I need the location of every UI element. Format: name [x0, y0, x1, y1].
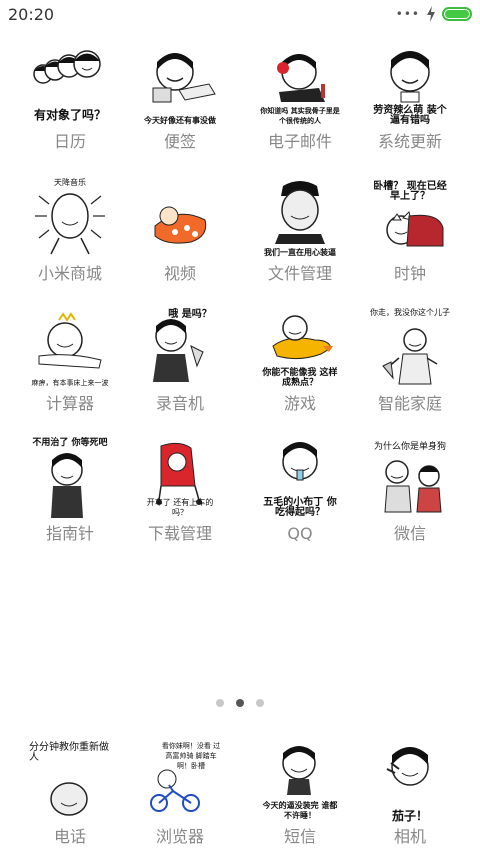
meme-caption: 有对象了吗？ [33, 108, 106, 122]
app-calendar[interactable]: 有对象了吗？ 日历 [10, 40, 130, 170]
app-label: 短信 [283, 827, 316, 846]
meme-caption: 劳资辣么萌 装个逼有错吗 [373, 105, 447, 126]
meme-caption: 分分钟教你重新做人 [29, 742, 109, 763]
app-label: 相机 [393, 827, 426, 846]
app-label: 便签 [163, 132, 196, 151]
app-recorder[interactable]: 哦 是吗？ 录音机 [120, 302, 240, 432]
page-indicator[interactable] [0, 699, 480, 707]
meme-caption: 不用治了 你等死吧 [32, 438, 108, 448]
game-icon: 你能不能像我 这样成熟点？ [259, 306, 341, 388]
app-qq[interactable]: 五毛的小布丁 你吃得起吗？ QQ [240, 432, 360, 562]
signal-dots-icon: ••• [395, 7, 420, 21]
dock-app-phone[interactable]: 分分钟教你重新做人 电话 [10, 735, 130, 853]
meme-caption: 为什么你是单身狗 [373, 442, 446, 452]
meme-caption: 开车了 还有上车的吗？ [146, 498, 214, 517]
calendar-icon: 有对象了吗？ [29, 44, 111, 126]
qq-icon: 五毛的小布丁 你吃得起吗？ [259, 436, 341, 518]
meme-caption: 五毛的小布丁 你吃得起吗？ [263, 497, 337, 518]
camera-icon: 茄子！ [369, 739, 451, 823]
app-calculator[interactable]: 麻痹，有本事床上来一波 计算器 [10, 302, 130, 432]
page-dot[interactable] [256, 699, 264, 707]
download-manager-icon: 开车了 还有上车的吗？ [139, 436, 221, 518]
app-file-manager[interactable]: 我们一直在用心装逼 文件管理 [240, 172, 360, 302]
app-email[interactable]: 你知道吗 其实我骨子里是个很传统的人 电子邮件 [240, 40, 360, 170]
dock-app-camera[interactable]: 茄子！ 相机 [350, 735, 470, 853]
email-icon: 你知道吗 其实我骨子里是个很传统的人 [259, 44, 341, 126]
dock-app-messages[interactable]: 今天的逼没装完 谁都不许睡！ 短信 [240, 735, 360, 853]
meme-caption: 你走，我没你这个儿子 [370, 308, 450, 317]
notes-icon: 今天好像还有事没做 [139, 44, 221, 126]
file-manager-icon: 我们一直在用心装逼 [259, 176, 341, 258]
page-dot[interactable] [216, 699, 224, 707]
status-icons: ••• [396, 6, 472, 22]
meme-caption: 看你妹啊！没看 过高富帅骑 脚踏车啊！卧槽 [161, 742, 221, 770]
meme-caption: 今天的逼没装完 谁都不许睡！ [262, 801, 338, 820]
app-notes[interactable]: 今天好像还有事没做 便签 [120, 40, 240, 170]
compass-icon: 不用治了 你等死吧 [29, 436, 111, 518]
meme-caption: 茄子！ [391, 809, 428, 823]
page-dot-active[interactable] [236, 699, 244, 707]
meme-caption: 你知道吗 其实我骨子里是个很传统的人 [260, 107, 340, 125]
app-label: 电话 [53, 827, 86, 846]
app-label: 小米商城 [37, 264, 102, 283]
smart-home-icon: 你走，我没你这个儿子 [369, 306, 451, 388]
meme-caption: 你能不能像我 这样成熟点？ [262, 368, 338, 388]
app-label: 电子邮件 [267, 132, 332, 151]
app-clock[interactable]: 卧槽？ 现在已经早上了？ 时钟 [350, 172, 470, 302]
battery-level [445, 10, 469, 18]
app-label: 微信 [393, 524, 426, 543]
charging-icon [427, 6, 435, 22]
app-mi-store[interactable]: 天降音乐 小米商城 [10, 172, 130, 302]
app-label: 下载管理 [147, 524, 212, 543]
phone-icon: 分分钟教你重新做人 [29, 739, 111, 821]
app-system-update[interactable]: 劳资辣么萌 装个逼有错吗 系统更新 [350, 40, 470, 170]
meme-caption: 天降音乐 [54, 178, 86, 187]
video-icon [139, 176, 221, 258]
meme-caption: 哦 是吗？ [168, 309, 212, 320]
dock-app-browser[interactable]: 看你妹啊！没看 过高富帅骑 脚踏车啊！卧槽 浏览器 [120, 735, 240, 853]
app-label: 录音机 [155, 394, 204, 413]
app-label: QQ [287, 524, 313, 543]
app-wechat[interactable]: 为什么你是单身狗 微信 [350, 432, 470, 562]
app-smart-home[interactable]: 你走，我没你这个儿子 智能家庭 [350, 302, 470, 432]
mi-store-icon: 天降音乐 [29, 176, 111, 258]
app-label: 智能家庭 [377, 394, 442, 413]
app-label: 游戏 [283, 394, 316, 413]
app-label: 视频 [163, 264, 196, 283]
meme-caption: 今天好像还有事没做 [144, 116, 216, 125]
wechat-icon: 为什么你是单身狗 [369, 436, 451, 518]
dock: 分分钟教你重新做人 电话 看你妹啊！没看 过高富帅骑 脚踏车啊！卧槽 浏览器 今… [0, 735, 480, 853]
app-game[interactable]: 你能不能像我 这样成熟点？ 游戏 [240, 302, 360, 432]
app-label: 浏览器 [155, 827, 204, 846]
system-update-icon: 劳资辣么萌 装个逼有错吗 [369, 44, 451, 126]
app-label: 指南针 [45, 524, 94, 543]
status-bar: 20:20 ••• [0, 0, 480, 28]
app-download-manager[interactable]: 开车了 还有上车的吗？ 下载管理 [120, 432, 240, 562]
battery-icon [442, 7, 472, 21]
app-label: 文件管理 [267, 264, 332, 283]
calculator-icon: 麻痹，有本事床上来一波 [29, 306, 111, 388]
browser-icon: 看你妹啊！没看 过高富帅骑 脚踏车啊！卧槽 [139, 739, 221, 821]
app-label: 日历 [53, 132, 86, 151]
recorder-icon: 哦 是吗？ [139, 306, 221, 388]
meme-caption: 麻痹，有本事床上来一波 [31, 379, 109, 387]
app-label: 计算器 [45, 394, 94, 413]
app-video[interactable]: 视频 [120, 172, 240, 302]
meme-caption: 卧槽？ 现在已经早上了？ [373, 181, 447, 202]
status-time: 20:20 [8, 5, 55, 24]
clock-icon: 卧槽？ 现在已经早上了？ [369, 176, 451, 258]
meme-caption: 我们一直在用心装逼 [264, 248, 336, 257]
app-label: 时钟 [393, 264, 426, 283]
messages-icon: 今天的逼没装完 谁都不许睡！ [259, 739, 341, 821]
app-label: 系统更新 [377, 132, 442, 151]
app-compass[interactable]: 不用治了 你等死吧 指南针 [10, 432, 130, 562]
